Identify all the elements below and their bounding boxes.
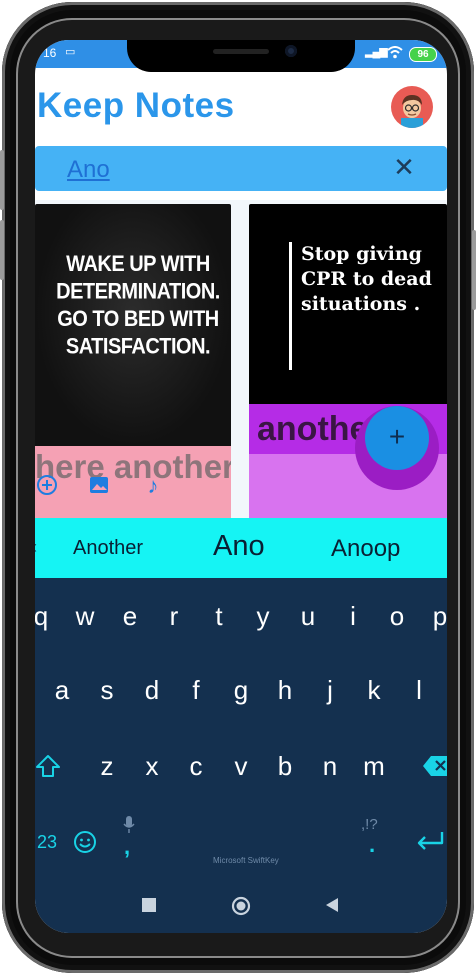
status-time: 16 — [43, 46, 57, 60]
notification-icon: ▭ — [65, 46, 76, 58]
search-input[interactable]: Ano — [67, 156, 110, 184]
note-caption: here another — [35, 446, 231, 520]
add-note-button[interactable]: + — [365, 406, 429, 470]
numbers-key[interactable]: 23 — [35, 822, 67, 862]
key-b[interactable]: b — [265, 746, 305, 786]
avatar-icon — [401, 95, 423, 128]
front-camera — [285, 45, 297, 57]
key-p[interactable]: p — [420, 596, 447, 636]
key-v[interactable]: v — [221, 746, 261, 786]
search-bar[interactable]: Ano ✕ — [35, 146, 447, 191]
key-n[interactable]: n — [310, 746, 350, 786]
key-m[interactable]: m — [354, 746, 394, 786]
key-r[interactable]: r — [154, 596, 194, 636]
period-label: . — [369, 832, 376, 857]
key-s[interactable]: s — [87, 670, 127, 710]
image-icon[interactable] — [87, 474, 111, 498]
key-i[interactable]: i — [333, 596, 373, 636]
home-icon[interactable] — [230, 896, 252, 918]
key-j[interactable]: j — [310, 670, 350, 710]
key-t[interactable]: t — [199, 596, 239, 636]
backspace-icon[interactable] — [417, 746, 447, 786]
phone-screen: 16 ▭ ▂▄▆ 96 Keep Notes Ano ✕ WAKE UP WIT… — [35, 40, 447, 933]
key-l[interactable]: l — [399, 670, 439, 710]
key-g[interactable]: g — [221, 670, 261, 710]
keyboard-brand: Microsoft SwiftKey — [213, 856, 279, 865]
punctuation-label: ,!? — [361, 816, 378, 833]
key-u[interactable]: u — [288, 596, 328, 636]
key-h[interactable]: h — [265, 670, 305, 710]
key-a[interactable]: a — [42, 670, 82, 710]
microphone-icon — [123, 816, 135, 833]
signal-icon: ▂▄▆ — [365, 46, 388, 58]
key-q[interactable]: q — [35, 596, 61, 636]
enter-icon[interactable] — [410, 822, 447, 862]
note-title: here another — [35, 448, 231, 485]
key-f[interactable]: f — [176, 670, 216, 710]
key-o[interactable]: o — [377, 596, 417, 636]
key-e[interactable]: e — [110, 596, 150, 636]
add-circle-icon[interactable] — [35, 474, 59, 498]
shift-icon[interactable] — [35, 746, 68, 786]
wifi-icon — [387, 46, 403, 59]
chevron-left-icon[interactable]: ‹ — [35, 537, 37, 558]
avatar[interactable] — [391, 86, 433, 128]
back-icon[interactable] — [323, 898, 341, 916]
music-note-icon[interactable]: ♪ — [141, 474, 165, 498]
app-title: Keep Notes — [37, 86, 235, 125]
notch — [127, 40, 355, 72]
key-w[interactable]: w — [65, 596, 105, 636]
note-image-quote: WAKE UP WITH DETERMINATION. GO TO BED WI… — [56, 252, 220, 359]
note-image: Stop giving CPR to dead situations . — [249, 204, 447, 404]
key-x[interactable]: x — [132, 746, 172, 786]
volume-button — [0, 220, 4, 280]
speaker-grille — [213, 49, 269, 54]
key-d[interactable]: d — [132, 670, 172, 710]
suggestion-item[interactable]: Another — [73, 537, 143, 560]
suggestion-item[interactable]: Ano — [213, 530, 265, 563]
key-k[interactable]: k — [354, 670, 394, 710]
key-c[interactable]: c — [176, 746, 216, 786]
recents-icon[interactable] — [140, 898, 158, 916]
note-image: WAKE UP WITH DETERMINATION. GO TO BED WI… — [35, 204, 231, 446]
keyboard: q w e r t y u i o p a s d f g h j k l z … — [35, 578, 447, 933]
note-image-quote: Stop giving CPR to dead situations . — [301, 243, 432, 315]
comma-label: , — [124, 834, 131, 859]
period-key[interactable]: ,!? . — [355, 816, 385, 857]
quote-bar — [289, 242, 292, 370]
comma-key[interactable]: , — [119, 816, 139, 859]
emoji-icon[interactable] — [65, 822, 105, 862]
suggestion-bar: ‹ Another Ano Anoop — [35, 518, 447, 578]
volume-button — [0, 150, 4, 210]
close-icon[interactable]: ✕ — [391, 154, 417, 180]
key-z[interactable]: z — [87, 746, 127, 786]
suggestion-item[interactable]: Anoop — [331, 535, 400, 563]
power-button — [472, 230, 476, 310]
note-card[interactable]: WAKE UP WITH DETERMINATION. GO TO BED WI… — [35, 204, 231, 520]
battery-icon: 96 — [409, 47, 437, 62]
key-y[interactable]: y — [243, 596, 283, 636]
